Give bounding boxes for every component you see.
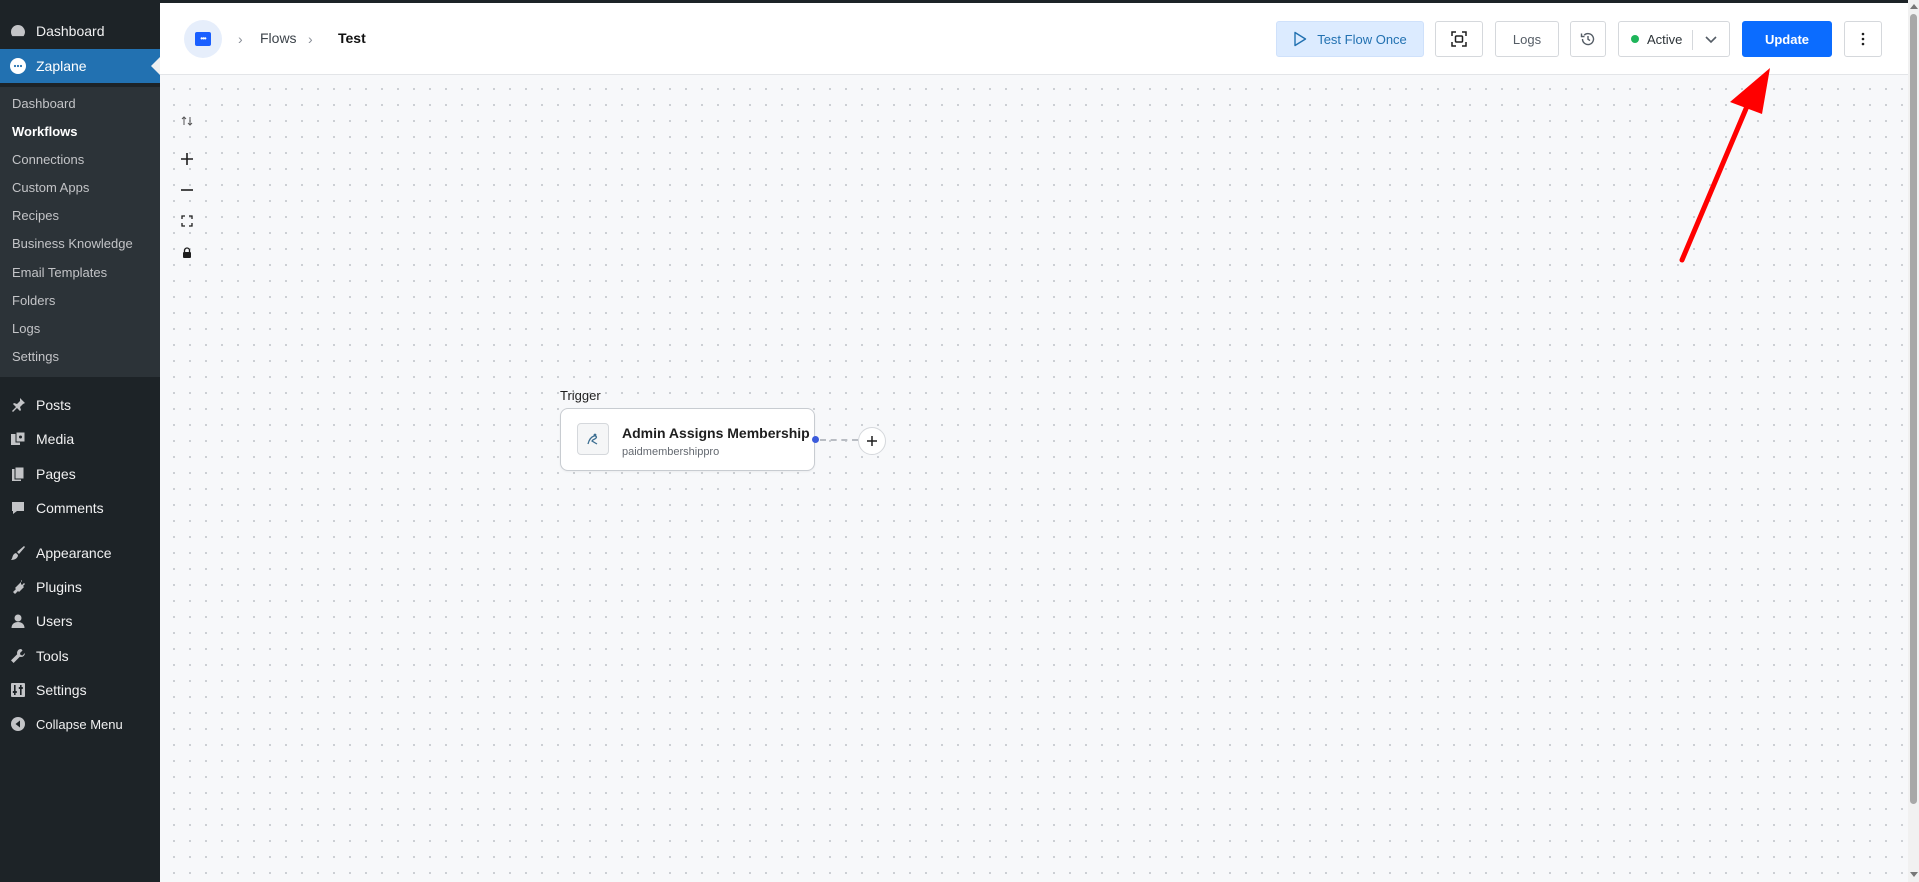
menu-users-label: Users (36, 613, 73, 629)
menu-plugins-label: Plugins (36, 579, 82, 595)
submenu-logs[interactable]: Logs (12, 321, 40, 336)
menu-media-label: Media (36, 431, 75, 447)
menu-posts-label: Posts (36, 397, 72, 413)
fit-view-control[interactable] (180, 214, 194, 228)
menu-dashboard[interactable]: Dashboard (0, 14, 160, 48)
scroll-down-arrow-icon[interactable] (1910, 872, 1918, 877)
status-dot (1631, 35, 1639, 43)
collapse-menu-button[interactable]: Collapse Menu (0, 707, 160, 741)
status-select[interactable]: Active (1618, 21, 1730, 57)
submenu-settings[interactable]: Settings (12, 349, 59, 364)
menu-settings-label: Settings (36, 682, 87, 698)
menu-pages-label: Pages (36, 466, 76, 482)
status-divider (1692, 30, 1693, 50)
media-icon (9, 430, 27, 448)
update-button[interactable]: Update (1742, 21, 1832, 57)
menu-tools-label: Tools (36, 648, 69, 664)
plus-icon (181, 153, 193, 165)
flow-canvas[interactable] (160, 75, 1908, 882)
pages-icon (9, 465, 27, 483)
annotation-arrow-icon (1679, 68, 1770, 263)
kebab-menu-icon (1861, 32, 1865, 46)
update-label: Update (1764, 31, 1810, 47)
trigger-node-app: paidmembershippro (622, 446, 720, 458)
menu-pages[interactable]: Pages (0, 457, 160, 491)
swap-direction-control[interactable] (180, 114, 194, 128)
breadcrumb-flows[interactable]: Flows (260, 30, 297, 46)
more-options-button[interactable] (1844, 21, 1882, 57)
trigger-heading: Trigger (560, 388, 601, 403)
menu-appearance[interactable]: Appearance (0, 536, 160, 570)
menu-zaplane[interactable]: Zaplane (0, 49, 160, 83)
submenu-email-templates[interactable]: Email Templates (12, 265, 107, 280)
history-button[interactable] (1570, 21, 1606, 57)
page-scrollbar[interactable] (1908, 0, 1919, 882)
swap-arrows-icon (181, 116, 193, 126)
zaplane-logo[interactable]: ••• (184, 20, 222, 58)
breadcrumb-chevron-icon: › (238, 31, 243, 47)
wp-admin-sidebar: Dashboard Zaplane Dashboard Workflows Co… (0, 0, 160, 882)
paintbrush-icon (9, 544, 27, 562)
node-connector-edge (820, 439, 858, 441)
logs-label: Logs (1512, 31, 1542, 47)
zaplane-icon (9, 57, 27, 75)
scroll-thumb[interactable] (1910, 14, 1917, 804)
test-flow-once-button[interactable]: Test Flow Once (1276, 21, 1424, 57)
status-label: Active (1647, 31, 1683, 47)
menu-media[interactable]: Media (0, 422, 160, 456)
trigger-node-title: Admin Assigns Membership (622, 425, 810, 441)
submenu-dashboard[interactable]: Dashboard (12, 96, 76, 111)
menu-appearance-label: Appearance (36, 545, 112, 561)
submenu-connections[interactable]: Connections (12, 152, 84, 167)
editor-toolbar: ••• › Flows › Test Test Flow Once Logs A… (160, 3, 1908, 75)
dashboard-icon (9, 22, 27, 40)
breadcrumb-chevron-icon: › (308, 31, 313, 47)
collapse-menu-label: Collapse Menu (36, 716, 123, 732)
zoom-in-control[interactable] (180, 152, 194, 166)
lock-icon (183, 247, 191, 258)
lock-canvas-control[interactable] (180, 246, 194, 260)
breadcrumb-current: Test (338, 30, 366, 46)
menu-plugins[interactable]: Plugins (0, 570, 160, 604)
play-icon (1294, 31, 1307, 47)
plus-icon (867, 436, 877, 446)
menu-comments-label: Comments (36, 500, 104, 516)
history-icon (1580, 32, 1595, 46)
add-step-button[interactable] (858, 427, 886, 455)
submenu-folders[interactable]: Folders (12, 293, 55, 308)
flow-editor: ••• › Flows › Test Test Flow Once Logs A… (160, 3, 1908, 882)
menu-posts[interactable]: Posts (0, 388, 160, 422)
focus-frame-icon (1451, 31, 1467, 47)
wrench-icon (9, 647, 27, 665)
submenu-recipes[interactable]: Recipes (12, 208, 59, 223)
zaplane-logo-icon: ••• (195, 32, 211, 46)
comment-bubble-icon (9, 499, 27, 517)
menu-users[interactable]: Users (0, 604, 160, 638)
submenu-custom-apps[interactable]: Custom Apps (12, 180, 89, 195)
scroll-up-arrow-icon[interactable] (1910, 4, 1918, 9)
menu-zaplane-label: Zaplane (36, 58, 87, 74)
fit-view-icon (181, 215, 193, 227)
menu-settings[interactable]: Settings (0, 673, 160, 707)
focus-view-button[interactable] (1435, 21, 1483, 57)
menu-dashboard-label: Dashboard (36, 23, 105, 39)
plug-icon (9, 578, 27, 596)
zaplane-submenu: Dashboard Workflows Connections Custom A… (0, 87, 160, 377)
node-output-handle[interactable] (812, 436, 819, 443)
trigger-node[interactable]: Admin Assigns Membership paidmembershipp… (560, 408, 815, 471)
chevron-down-icon[interactable] (1703, 31, 1719, 47)
submenu-workflows[interactable]: Workflows (12, 124, 78, 139)
menu-tools[interactable]: Tools (0, 639, 160, 673)
test-flow-once-label: Test Flow Once (1317, 31, 1407, 47)
user-icon (9, 612, 27, 630)
paidmembershippro-app-icon (577, 423, 609, 455)
pushpin-icon (9, 396, 27, 414)
menu-comments[interactable]: Comments (0, 491, 160, 525)
submenu-business-knowledge[interactable]: Business Knowledge (12, 236, 133, 251)
minus-icon (181, 189, 193, 191)
collapse-arrow-icon (9, 715, 27, 733)
settings-sliders-icon (9, 681, 27, 699)
zoom-out-control[interactable] (180, 183, 194, 197)
logs-button[interactable]: Logs (1495, 21, 1559, 57)
